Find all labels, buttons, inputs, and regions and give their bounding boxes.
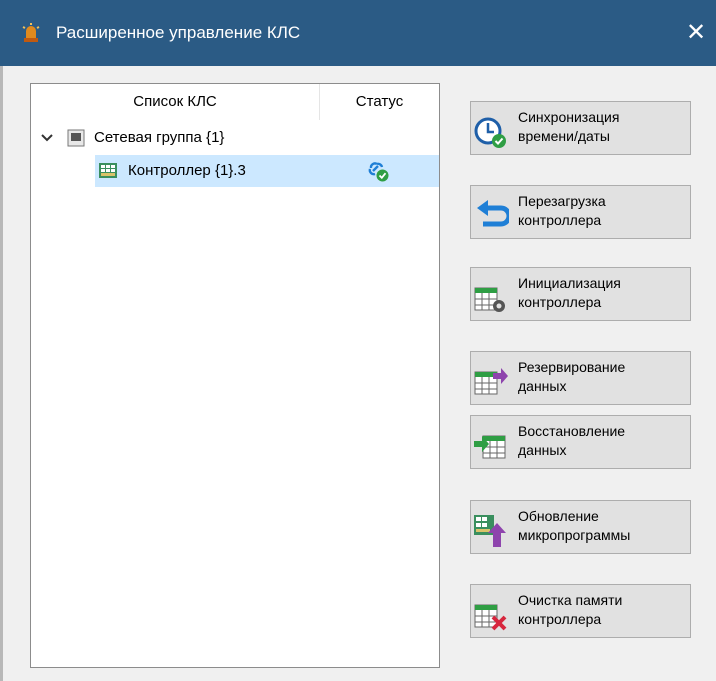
table-export-icon (474, 368, 508, 395)
table-delete-icon (474, 604, 507, 631)
reboot-controller-button[interactable]: Перезагрузка контроллера (470, 185, 691, 239)
firmware-upload-icon (474, 515, 506, 547)
network-group-label: Сетевая группа {1} (94, 129, 225, 146)
sync-time-button[interactable]: Синхронизация времени/даты (470, 101, 691, 155)
kls-tree-view[interactable]: Список КЛС Статус Сетевая группа {1} Кон… (30, 83, 440, 668)
warning-light-icon (22, 23, 40, 42)
tree-row-controller[interactable]: Контроллер {1}.3 (95, 155, 439, 187)
chevron-down-icon[interactable] (37, 128, 57, 148)
table-gear-icon (474, 287, 505, 312)
reboot-controller-label: Перезагрузка контроллера (518, 193, 606, 228)
clear-memory-button[interactable]: Очистка памяти контроллера (470, 584, 691, 638)
close-button[interactable]: ✕ (676, 12, 716, 54)
init-controller-label: Инициализация контроллера (518, 275, 621, 310)
network-group-icon (67, 129, 85, 147)
init-controller-button[interactable]: Инициализация контроллера (470, 267, 691, 321)
clear-memory-label: Очистка памяти контроллера (518, 592, 623, 627)
clock-check-icon (474, 117, 506, 148)
restore-data-label: Восстановление данных (518, 423, 626, 458)
controller-icon (99, 163, 117, 178)
firmware-update-label: Обновление микропрограммы (518, 508, 631, 543)
window-left-border (0, 66, 3, 681)
table-import-icon (474, 435, 506, 459)
backup-data-label: Резервирование данных (518, 359, 626, 394)
tree-row-network-group[interactable]: Сетевая группа {1} (31, 122, 439, 154)
link-ok-icon (368, 162, 389, 182)
title-bar[interactable]: Расширенное управление КЛС ✕ (0, 0, 716, 66)
controller-label: Контроллер {1}.3 (128, 162, 246, 179)
column-header-status[interactable]: Статус (320, 84, 439, 120)
advanced-management-window: Расширенное управление КЛС ✕ Список КЛС … (0, 0, 716, 681)
tree-header: Список КЛС Статус (31, 84, 439, 120)
backup-data-button[interactable]: Резервирование данных (470, 351, 691, 405)
firmware-update-button[interactable]: Обновление микропрограммы (470, 500, 691, 554)
undo-arrow-icon (477, 200, 509, 227)
sync-time-label: Синхронизация времени/даты (518, 109, 620, 144)
window-title: Расширенное управление КЛС (56, 23, 301, 42)
restore-data-button[interactable]: Восстановление данных (470, 415, 691, 469)
column-header-list[interactable]: Список КЛС (31, 84, 319, 120)
